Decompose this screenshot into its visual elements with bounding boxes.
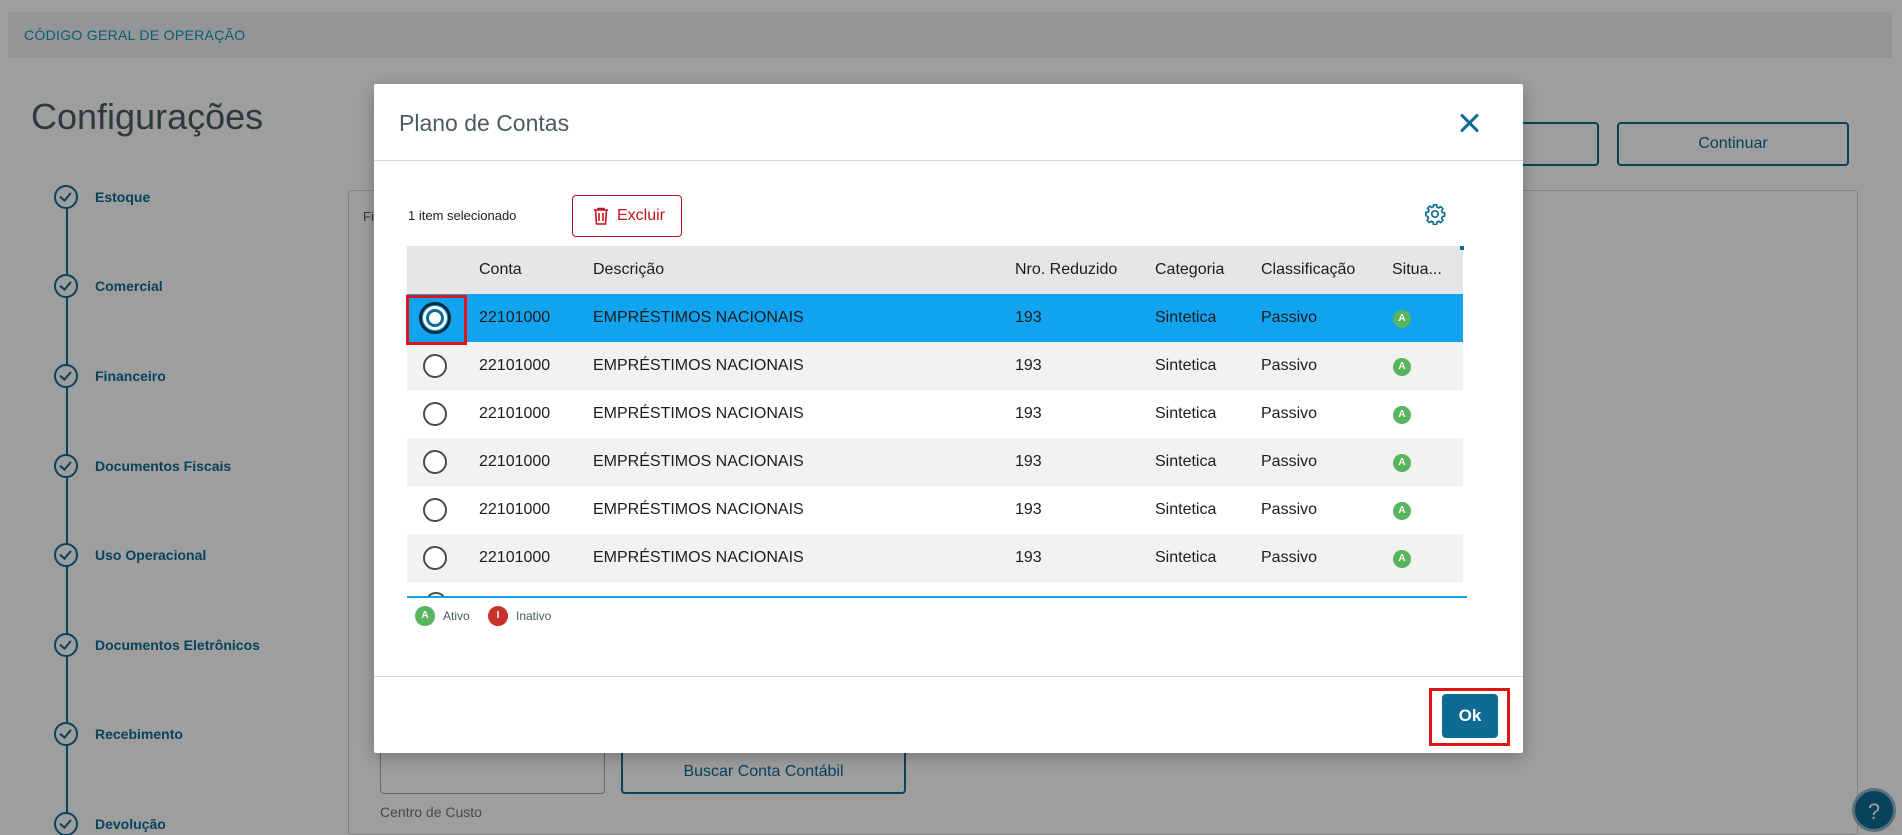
cell-descricao: EMPRÉSTIMOS NACIONAIS: [593, 549, 804, 566]
table-row[interactable]: 22101000 EMPRÉSTIMOS NACIONAIS 193 Sinte…: [407, 534, 1463, 582]
modal-header: Plano de Contas: [374, 84, 1523, 161]
col-situacao[interactable]: Situa...: [1392, 261, 1442, 279]
cell-categoria: Sintetica: [1155, 453, 1217, 470]
table-scrollbar[interactable]: [1460, 246, 1464, 250]
row-radio[interactable]: [423, 354, 447, 378]
cell-nro-reduzido: 193: [1015, 309, 1042, 326]
status-badge: A: [1393, 358, 1411, 376]
table-row-partial: [407, 582, 1463, 597]
cell-descricao: EMPRÉSTIMOS NACIONAIS: [593, 501, 804, 518]
cell-categoria: Sintetica: [1155, 549, 1217, 566]
cell-nro-reduzido: 193: [1015, 357, 1042, 374]
status-badge: A: [1393, 550, 1411, 568]
trash-icon: [594, 207, 608, 225]
legend-badge: A: [415, 606, 435, 626]
table-row[interactable]: 22101000 EMPRÉSTIMOS NACIONAIS 193 Sinte…: [407, 294, 1463, 342]
col-categoria[interactable]: Categoria: [1155, 261, 1224, 279]
cell-classificacao: Passivo: [1261, 357, 1318, 374]
col-conta[interactable]: Conta: [479, 261, 522, 279]
cell-classificacao: Passivo: [1261, 309, 1318, 326]
row-radio[interactable]: [423, 498, 447, 522]
ok-button[interactable]: Ok: [1442, 694, 1498, 738]
cell-descricao: EMPRÉSTIMOS NACIONAIS: [593, 309, 804, 326]
cell-conta: 22101000: [479, 501, 551, 518]
cell-conta: 22101000: [479, 549, 551, 566]
table-row[interactable]: 22101000 EMPRÉSTIMOS NACIONAIS 193 Sinte…: [407, 438, 1463, 486]
table-bottom-border: [407, 596, 1467, 598]
row-radio[interactable]: [423, 402, 447, 426]
status-badge: A: [1393, 310, 1411, 328]
delete-button[interactable]: Excluir: [572, 195, 682, 237]
modal-title: Plano de Contas: [399, 110, 570, 136]
cell-descricao: EMPRÉSTIMOS NACIONAIS: [593, 453, 804, 470]
cell-conta: 22101000: [479, 405, 551, 422]
status-badge: A: [1393, 406, 1411, 424]
legend-badge: I: [488, 606, 508, 626]
cell-categoria: Sintetica: [1155, 309, 1217, 326]
legend-label: Inativo: [516, 609, 552, 623]
modal-footer-divider: [374, 676, 1523, 677]
cell-categoria: Sintetica: [1155, 501, 1217, 518]
table-row[interactable]: 22101000 EMPRÉSTIMOS NACIONAIS 193 Sinte…: [407, 342, 1463, 390]
cell-classificacao: Passivo: [1261, 453, 1318, 470]
col-nro-reduzido[interactable]: Nro. Reduzido: [1015, 261, 1117, 279]
col-classificacao[interactable]: Classificação: [1261, 261, 1355, 279]
status-badge: A: [1393, 454, 1411, 472]
cell-categoria: Sintetica: [1155, 405, 1217, 422]
cell-classificacao: Passivo: [1261, 549, 1318, 566]
row-radio[interactable]: [423, 450, 447, 474]
table-row[interactable]: 22101000 EMPRÉSTIMOS NACIONAIS 193 Sinte…: [407, 486, 1463, 534]
cell-nro-reduzido: 193: [1015, 453, 1042, 470]
cell-nro-reduzido: 193: [1015, 549, 1042, 566]
status-badge: A: [1393, 502, 1411, 520]
cell-conta: 22101000: [479, 357, 551, 374]
cell-conta: 22101000: [479, 309, 551, 326]
plano-de-contas-modal: Plano de Contas 1 item selecionado Exclu…: [374, 84, 1523, 753]
table-row[interactable]: 22101000 EMPRÉSTIMOS NACIONAIS 193 Sinte…: [407, 390, 1463, 438]
cell-categoria: Sintetica: [1155, 357, 1217, 374]
cell-nro-reduzido: 193: [1015, 501, 1042, 518]
cell-conta: 22101000: [479, 453, 551, 470]
cell-nro-reduzido: 193: [1015, 405, 1042, 422]
cell-classificacao: Passivo: [1261, 501, 1318, 518]
gear-icon[interactable]: [1424, 203, 1446, 225]
table-header: Conta Descrição Nro. Reduzido Categoria …: [407, 246, 1463, 294]
col-descricao[interactable]: Descrição: [593, 261, 664, 279]
delete-label: Excluir: [617, 207, 666, 224]
row-radio[interactable]: [419, 302, 451, 334]
row-radio[interactable]: [423, 546, 447, 570]
selection-count: 1 item selecionado: [408, 208, 517, 223]
accounts-table: Conta Descrição Nro. Reduzido Categoria …: [407, 246, 1463, 597]
legend-label: Ativo: [443, 609, 470, 623]
close-icon[interactable]: [1454, 108, 1484, 138]
cell-descricao: EMPRÉSTIMOS NACIONAIS: [593, 357, 804, 374]
cell-descricao: EMPRÉSTIMOS NACIONAIS: [593, 405, 804, 422]
cell-classificacao: Passivo: [1261, 405, 1318, 422]
